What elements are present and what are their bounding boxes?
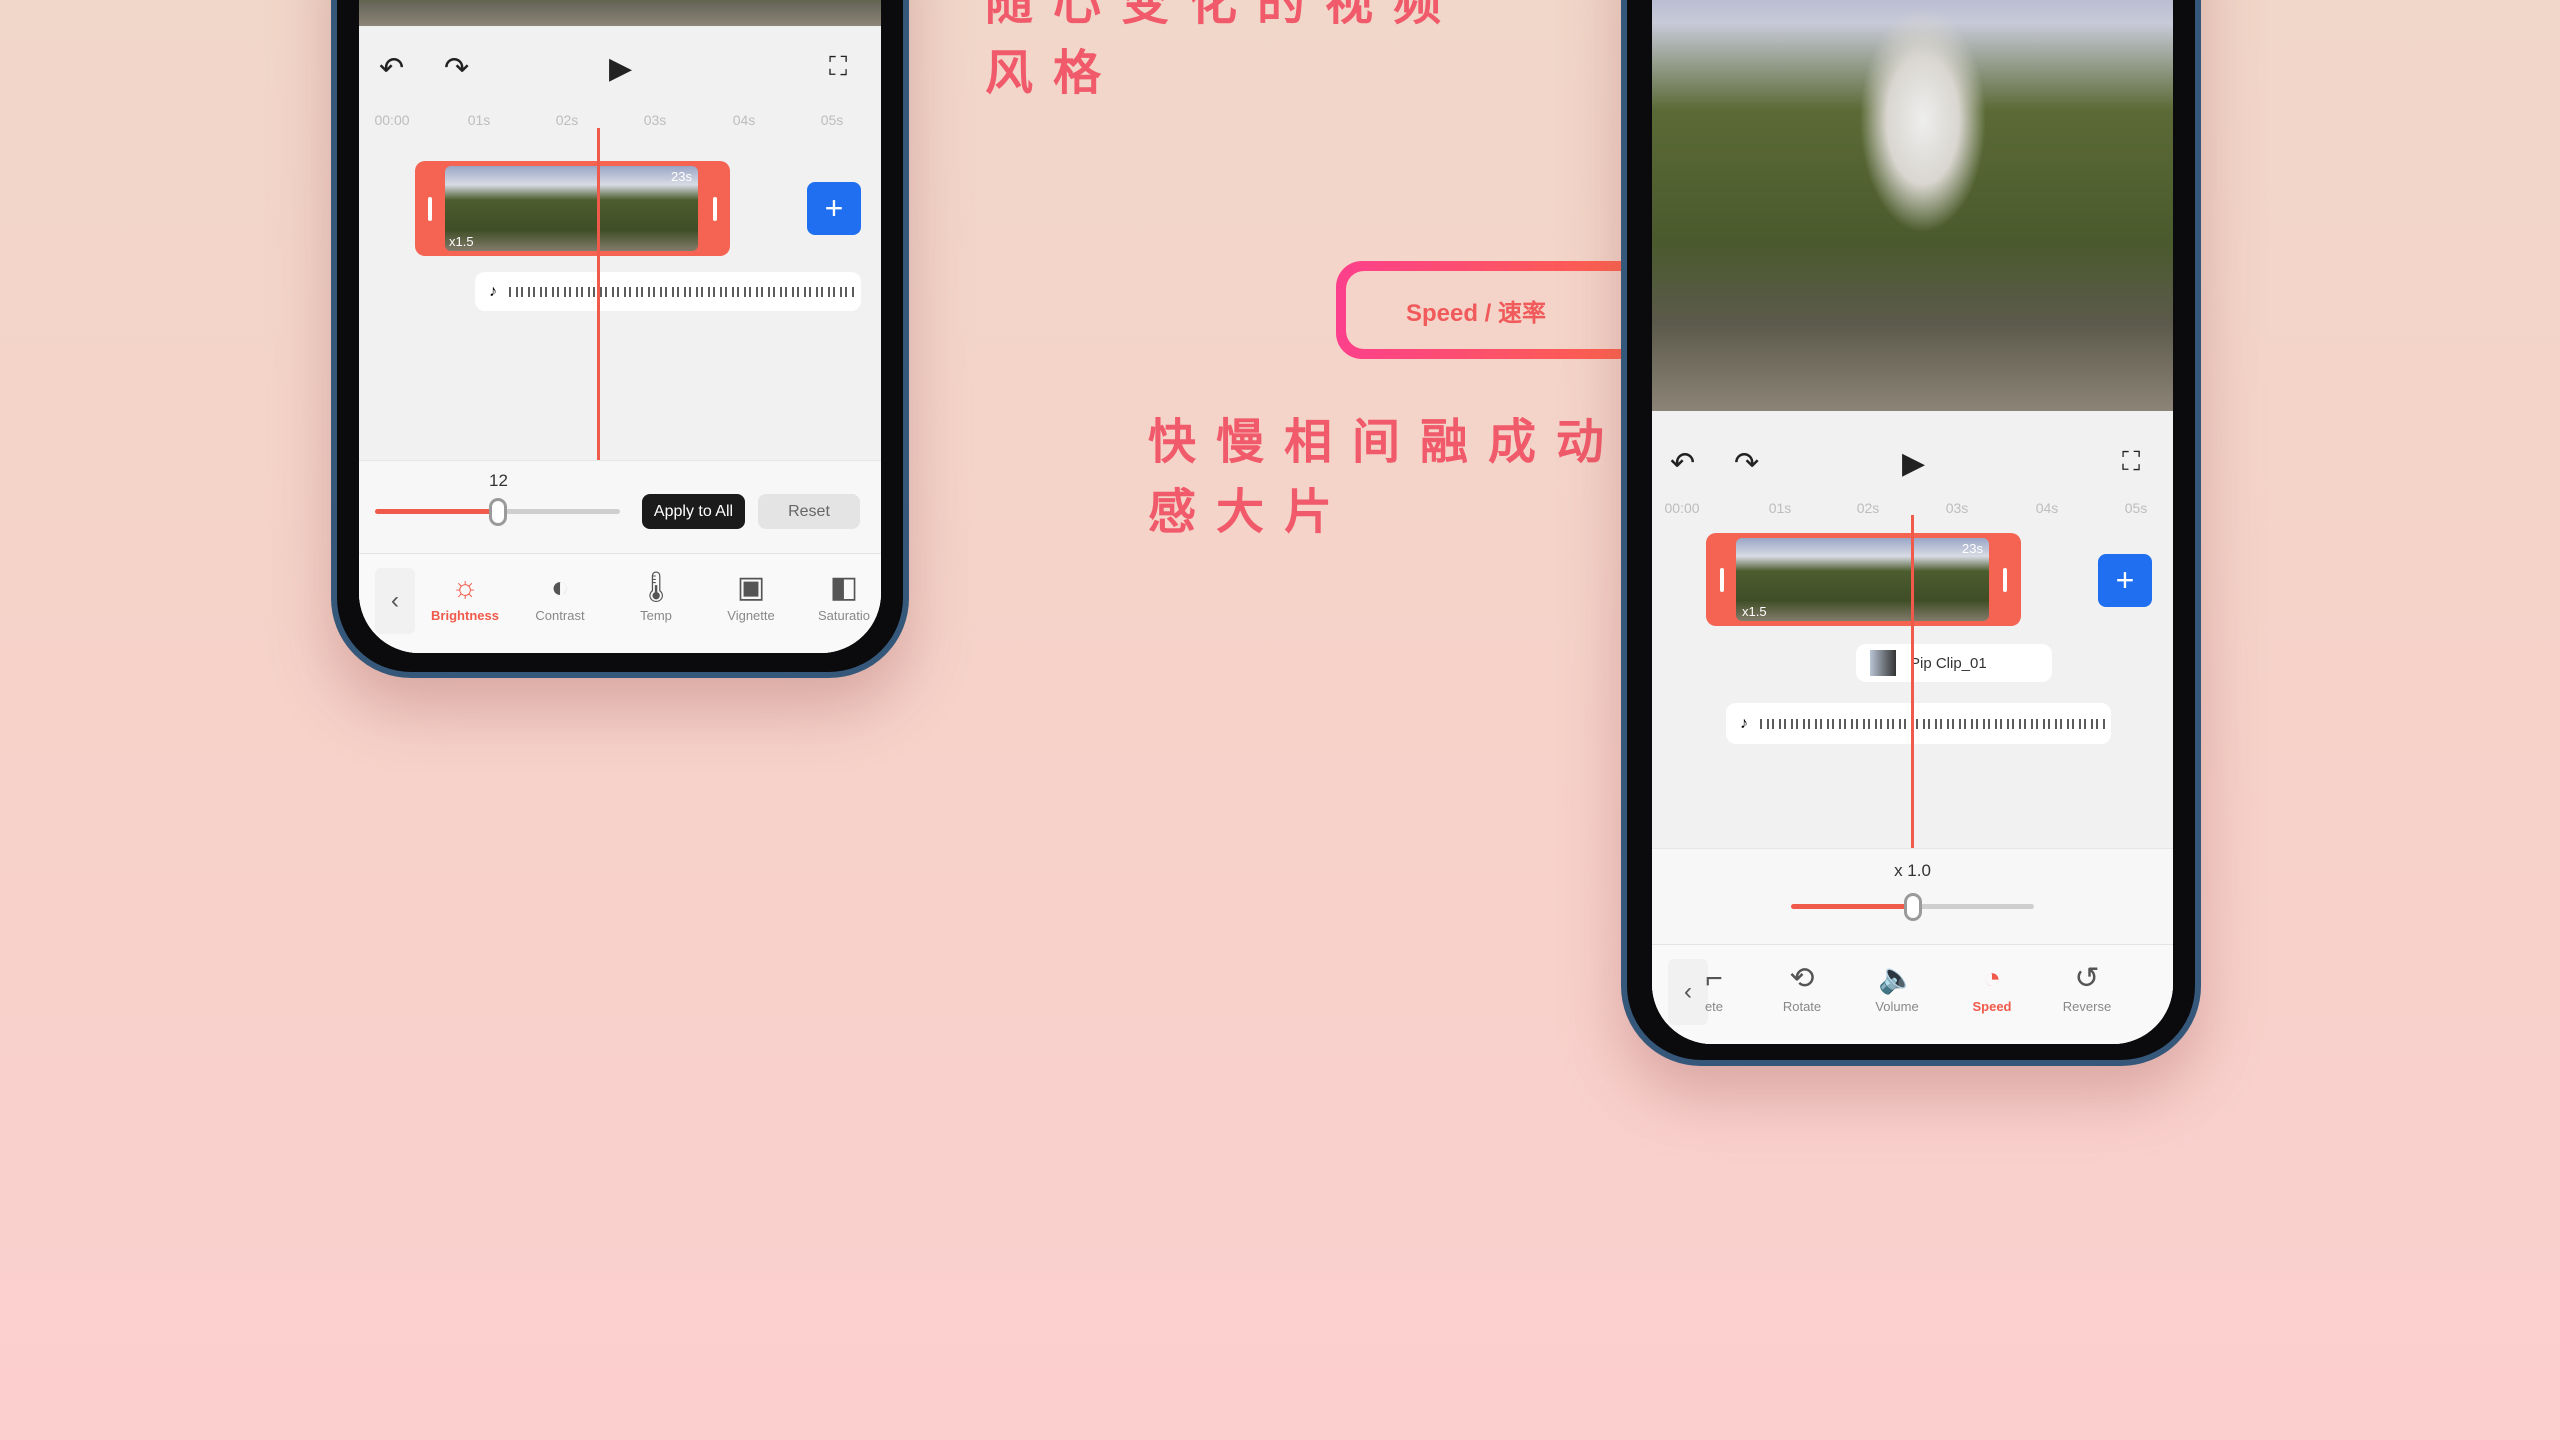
tool-brightness[interactable]: ☼ Brightness [420,568,510,623]
adjust-toolbar: ‹ ☼ Brightness ◐ Contrast 🌡 Temp ▣ Vignette … [359,553,881,653]
trim-handle-right[interactable] [713,196,717,221]
music-note-icon: ♪ [489,282,497,300]
clip-thumbnails: 23s x1.5 [1736,538,1989,621]
trim-handle-left[interactable] [1720,567,1724,592]
tool-rotate[interactable]: ⟲ Rotate [1757,959,1847,1014]
tool-speed[interactable]: ◔ Speed [1947,959,2037,1014]
add-clip-button[interactable]: + [2098,554,2152,607]
video-preview [1652,0,2173,411]
tick: 02s [555,112,579,128]
adjust-slider[interactable] [375,497,620,526]
video-clip[interactable]: 23s x1.5 [415,161,730,256]
tick: 00:00 [374,112,410,128]
sun-icon: ☼ [451,571,479,604]
audio-waveform [509,286,857,297]
slider-thumb[interactable] [1903,892,1922,921]
saturation-icon: ◧ [829,571,859,604]
rotate-icon: ⟲ [1789,962,1815,995]
playhead[interactable] [597,128,600,460]
delete-icon: ⌐ [1705,962,1723,995]
tick: 05s [2124,500,2148,516]
slider-fill [1791,904,1913,909]
playhead[interactable] [1911,515,1914,848]
right-phone: ↶ ↷ ▶ ⛶ 00:00 01s 02s 03s 04s 05s 23s x1… [1621,0,2201,1066]
tick: 02s [1856,500,1880,516]
tool-saturation[interactable]: ◧ Saturatio [799,568,881,623]
thermometer-icon: 🌡 [636,571,676,604]
video-clip[interactable]: 23s x1.5 [1706,533,2021,626]
speedometer-icon: ◔ [1982,962,2002,995]
play-icon[interactable]: ▶ [609,51,632,86]
left-screen: ↶ ↷ ▶ ⛶ 00:00 01s 02s 03s 04s 05s 23s x1… [359,0,881,653]
tool-vignette[interactable]: ▣ Vignette [706,568,796,623]
tool-temp[interactable]: 🌡 Temp [611,568,701,623]
adjust-value: 12 [489,471,508,490]
audio-waveform [1760,718,2107,729]
headline-speed: 快慢相间融成动 感大片 [1148,414,1625,540]
tool-volume[interactable]: 🔈 Volume [1852,959,1942,1014]
apply-to-all-button[interactable]: Apply to All [642,494,745,529]
pip-label: Pip Clip_01 [1910,654,1987,672]
pip-track[interactable]: Pip Clip_01 [1856,644,2052,682]
tick: 04s [732,112,756,128]
clip-speed: x1.5 [449,234,474,249]
reset-button[interactable]: Reset [758,494,860,529]
tick: 04s [2035,500,2059,516]
add-clip-button[interactable]: + [807,182,861,235]
tick: 03s [643,112,667,128]
edit-toolbar: ‹ ⌐ ete ⟲ Rotate 🔈 Volume ◔ Speed ↺ Reverse [1652,944,2173,1044]
tick: 03s [1945,500,1969,516]
pip-thumbnail [1870,650,1896,676]
clip-duration: 23s [1962,541,1983,556]
speed-slider[interactable] [1791,892,2034,921]
tick: 00:00 [1664,500,1700,516]
back-button[interactable]: ‹ [375,568,415,634]
undo-icon[interactable]: ↶ [379,51,404,86]
volume-icon: 🔈 [1878,962,1916,995]
audio-track[interactable]: ♪ [475,272,861,311]
video-preview [359,0,881,26]
reverse-icon: ↺ [2074,962,2100,995]
tool-reverse[interactable]: ↺ Reverse [2042,959,2132,1014]
headline-style: 随心变化的视频 风格 [985,0,1462,101]
clip-duration: 23s [671,169,692,184]
fullscreen-icon[interactable]: ⛶ [829,51,847,83]
left-phone: ↶ ↷ ▶ ⛶ 00:00 01s 02s 03s 04s 05s 23s x1… [331,0,909,678]
tool-delete[interactable]: ⌐ ete [1694,959,1734,1014]
tool-contrast[interactable]: ◐ Contrast [515,568,605,623]
music-note-icon: ♪ [1740,714,1748,732]
audio-track[interactable]: ♪ [1726,703,2111,744]
tick: 05s [820,112,844,128]
fullscreen-icon[interactable]: ⛶ [2122,446,2140,478]
trim-handle-right[interactable] [2003,567,2007,592]
slider-thumb[interactable] [488,497,507,526]
undo-icon[interactable]: ↶ [1670,446,1695,481]
speed-tag: Speed / 速率 [1336,261,1646,359]
redo-icon[interactable]: ↷ [444,51,469,86]
trim-handle-left[interactable] [428,196,432,221]
vignette-icon: ▣ [736,571,766,604]
right-screen: ↶ ↷ ▶ ⛶ 00:00 01s 02s 03s 04s 05s 23s x1… [1652,0,2173,1044]
tick: 01s [467,112,491,128]
play-icon[interactable]: ▶ [1902,446,1925,481]
clip-speed: x1.5 [1742,604,1767,619]
clip-thumbnails: 23s x1.5 [445,166,698,251]
contrast-icon: ◐ [550,571,570,604]
tick: 01s [1768,500,1792,516]
speed-value: x 1.0 [1894,861,1931,880]
slider-fill [375,509,498,514]
redo-icon[interactable]: ↷ [1734,446,1759,481]
